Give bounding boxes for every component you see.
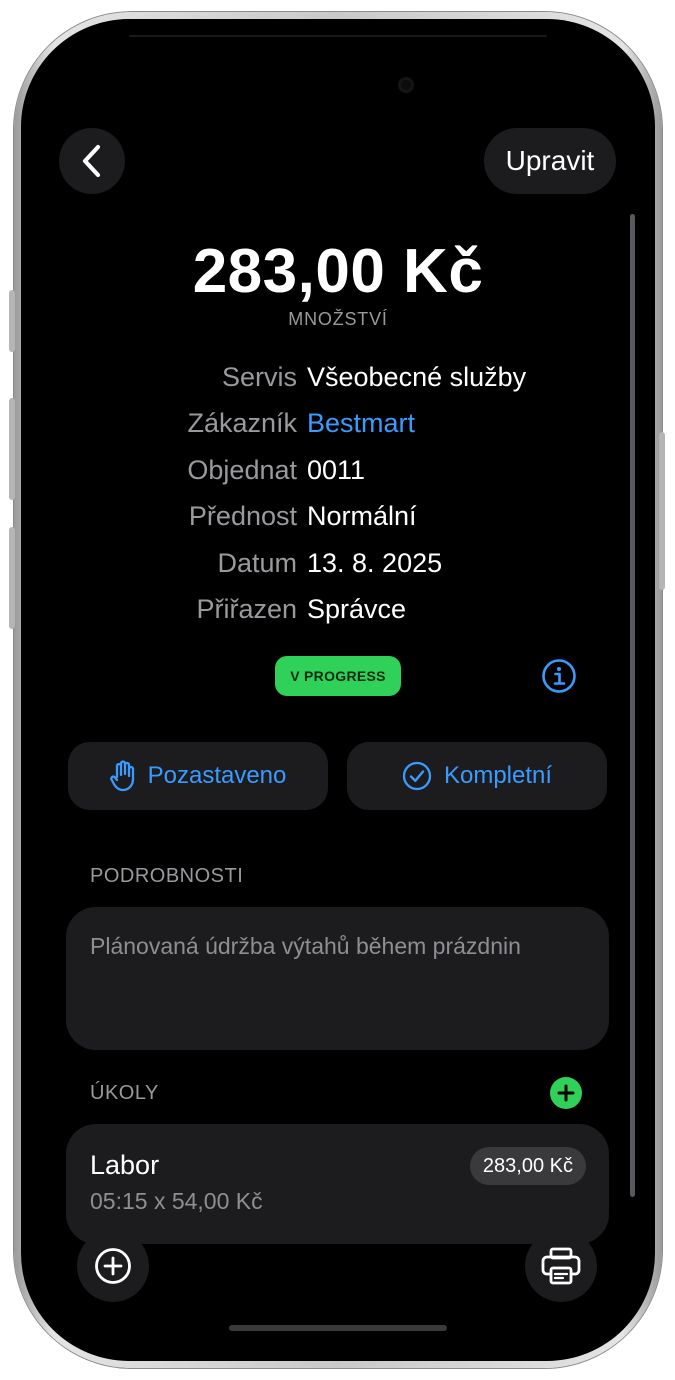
detail-value: Správce	[307, 594, 407, 624]
plus-circle-icon	[95, 1248, 131, 1284]
home-indicator[interactable]	[229, 1325, 447, 1331]
detail-row-order: Objednat 0011	[21, 455, 655, 491]
plus-circle-icon	[557, 1084, 575, 1102]
pause-button[interactable]: Pozastaveno	[68, 742, 328, 810]
detail-label: Datum	[217, 548, 297, 578]
info-button[interactable]	[541, 658, 577, 694]
edit-button[interactable]: Upravit	[484, 128, 616, 194]
detail-row-date: Datum 13. 8. 2025	[21, 548, 655, 584]
detail-value: Normální	[307, 501, 417, 531]
amount-value: 283,00 Kč	[192, 237, 484, 306]
complete-button[interactable]: Kompletní	[347, 742, 607, 810]
screen: Upravit 283,00 Kč MNOŽSTVÍ Servis Všeobe…	[21, 19, 655, 1361]
complete-label: Kompletní	[443, 762, 553, 789]
detail-row-customer: Zákazník Bestmart	[21, 408, 655, 444]
add-button[interactable]	[77, 1230, 149, 1302]
amount-label: MNOŽSTVÍ	[288, 309, 388, 329]
scrollbar[interactable]	[630, 214, 635, 1197]
info-circle-icon	[542, 659, 576, 693]
task-title: Labor	[90, 1150, 160, 1180]
tasks-header: ÚKOLY	[90, 1082, 159, 1104]
notes-header: PODROBNOSTI	[90, 865, 244, 887]
notes-text: Plánovaná údržba výtahů během prázdnin	[90, 933, 521, 959]
detail-row-service: Servis Všeobecné služby	[21, 362, 655, 398]
action-button	[9, 290, 15, 352]
notes-field[interactable]: Plánovaná údržba výtahů během prázdnin	[66, 907, 609, 1050]
top-bezel-line	[129, 35, 547, 37]
add-task-button[interactable]	[550, 1077, 582, 1109]
checkmark-circle-icon	[402, 761, 432, 791]
status-badge: V PROGRESS	[275, 656, 401, 696]
customer-link[interactable]: Bestmart	[307, 408, 415, 439]
volume-down-button	[9, 527, 15, 629]
task-row[interactable]: Labor 05:15 x 54,00 Kč 283,00 Kč	[66, 1124, 609, 1244]
detail-label: Servis	[221, 362, 297, 392]
back-button[interactable]	[59, 128, 125, 194]
chevron-left-icon	[82, 144, 101, 178]
detail-label: Přiřazen	[196, 594, 297, 624]
detail-row-assignee: Přiřazen Správce	[21, 594, 655, 630]
detail-row-priority: Přednost Normální	[21, 501, 655, 537]
hand-raised-icon	[109, 760, 134, 792]
detail-label: Zákazník	[187, 408, 297, 438]
front-camera	[398, 77, 414, 93]
detail-label: Přednost	[188, 501, 297, 531]
detail-value: 0011	[307, 455, 366, 485]
printer-icon	[541, 1247, 581, 1285]
power-button	[659, 432, 665, 590]
detail-value: Všeobecné služby	[307, 362, 527, 392]
task-subtitle: 05:15 x 54,00 Kč	[90, 1188, 263, 1214]
print-button[interactable]	[525, 1230, 597, 1302]
detail-value: 13. 8. 2025	[307, 548, 443, 578]
task-price-badge: 283,00 Kč	[469, 1147, 586, 1185]
detail-label: Objednat	[187, 455, 297, 485]
volume-up-button	[9, 398, 15, 500]
pause-label: Pozastaveno	[147, 762, 287, 789]
